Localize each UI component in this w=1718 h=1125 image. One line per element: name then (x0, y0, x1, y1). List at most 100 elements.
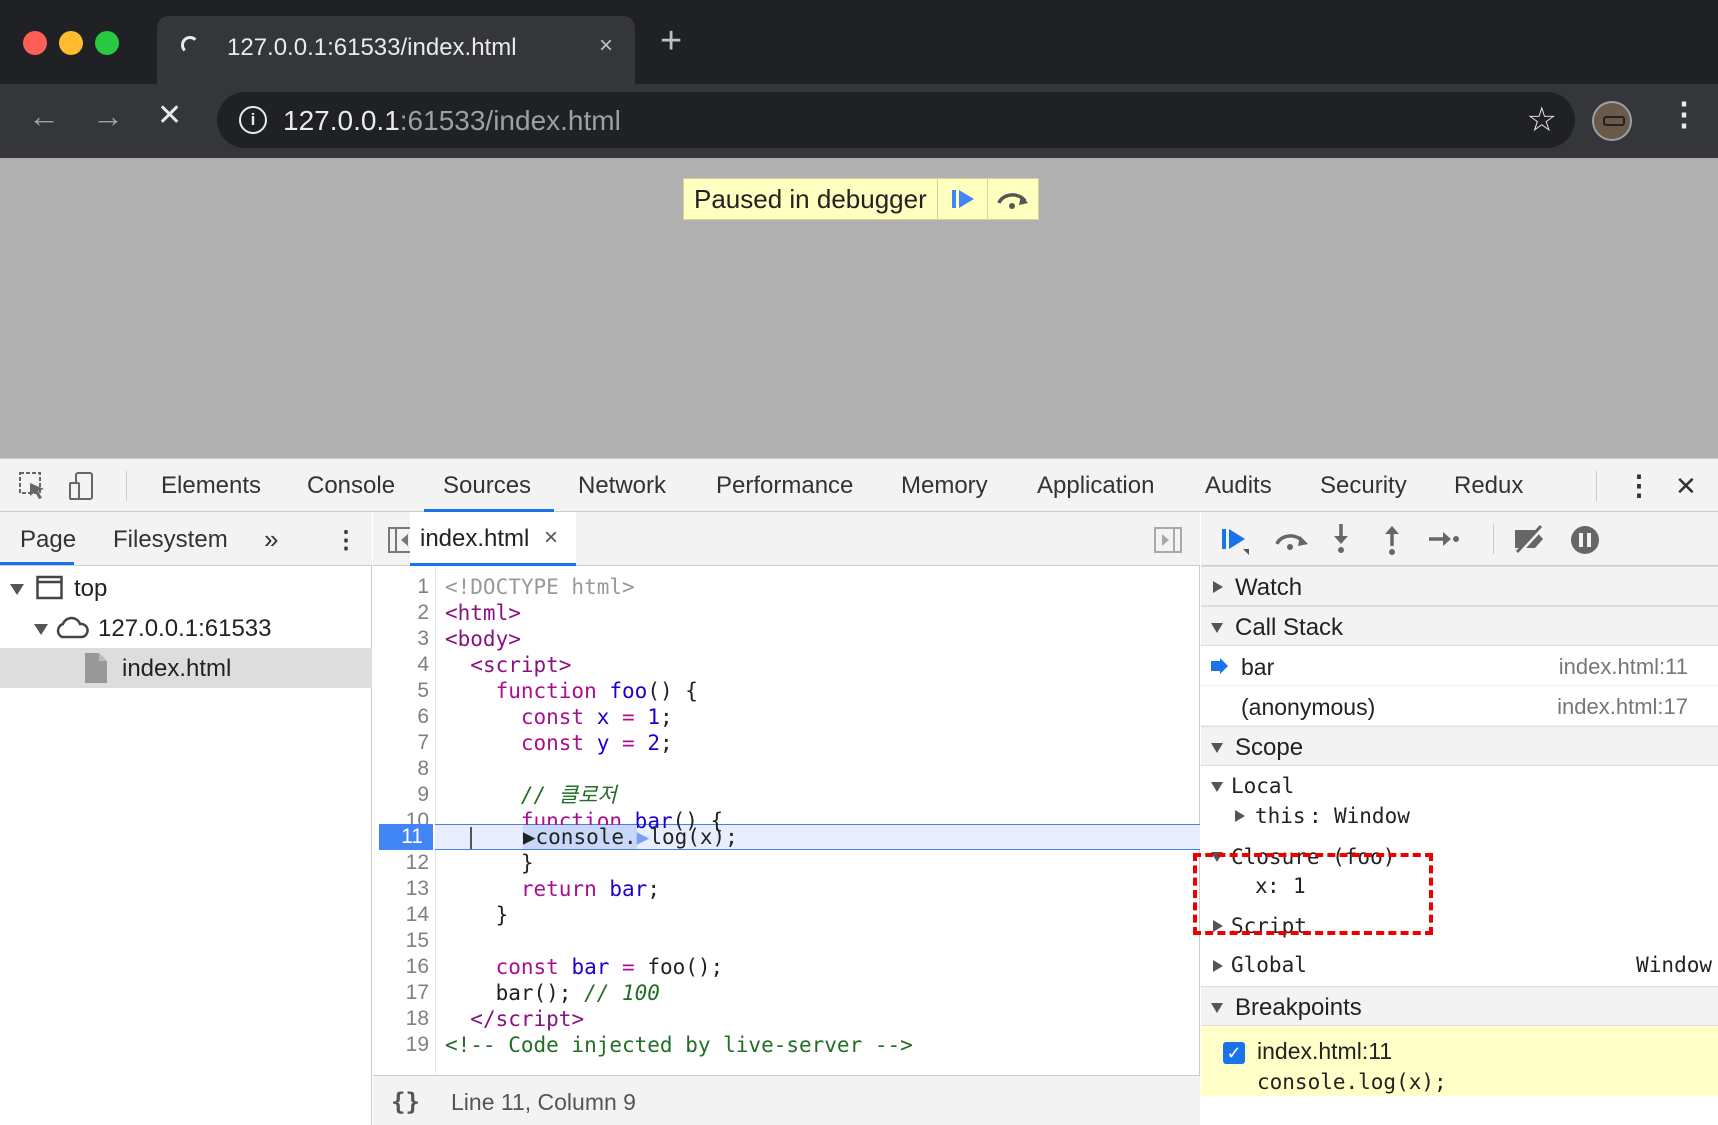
tab-security[interactable]: Security (1320, 472, 1407, 500)
tab-redux[interactable]: Redux (1454, 472, 1523, 500)
expand-triangle-icon[interactable] (10, 584, 24, 595)
site-info-icon[interactable]: i (239, 106, 267, 134)
tab-memory[interactable]: Memory (901, 472, 988, 500)
step-over-icon[interactable] (1273, 524, 1311, 556)
line-number[interactable]: 6 (373, 704, 429, 730)
line-number[interactable]: 7 (373, 730, 429, 756)
browser-tab[interactable]: 127.0.0.1:61533/index.html × (157, 16, 635, 84)
step-into-icon[interactable] (1329, 522, 1353, 556)
more-tabs-icon[interactable]: » (264, 524, 278, 555)
watch-section-header[interactable]: Watch (1201, 566, 1718, 606)
cloud-icon (56, 616, 89, 639)
tab-console[interactable]: Console (307, 472, 395, 500)
collapsed-triangle-icon (1235, 810, 1245, 822)
line-number[interactable]: 18 (373, 1006, 429, 1032)
inspect-element-icon[interactable] (18, 471, 48, 501)
scope-global-value: Window (1636, 953, 1712, 977)
scope-local-label: Local (1231, 774, 1295, 798)
line-number[interactable]: 17 (373, 980, 429, 1006)
frame-location[interactable]: index.html:11 (1559, 654, 1688, 680)
tab-performance[interactable]: Performance (716, 472, 853, 500)
tree-item-origin[interactable]: 127.0.0.1:61533 (0, 608, 372, 648)
breakpoint-checkbox[interactable]: ✓ (1223, 1042, 1245, 1064)
expanded-triangle-icon (1211, 743, 1223, 753)
line-number[interactable]: 14 (373, 902, 429, 928)
current-frame-arrow-icon (1211, 658, 1228, 674)
frame-icon (36, 575, 63, 600)
new-tab-button[interactable]: + (660, 22, 682, 60)
line-number[interactable]: 13 (373, 876, 429, 902)
line-number[interactable]: 2 (373, 600, 429, 626)
resume-script-icon[interactable] (1219, 524, 1253, 556)
toggle-debugger-sidebar-icon[interactable] (1154, 527, 1182, 553)
profile-avatar[interactable] (1592, 101, 1632, 141)
browser-menu-icon[interactable]: ⋮ (1668, 98, 1700, 130)
expanded-triangle-icon (1211, 1003, 1223, 1013)
line-number[interactable]: 4 (373, 652, 429, 678)
close-window-button[interactable] (23, 31, 47, 55)
scope-section-header[interactable]: Scope (1201, 726, 1718, 766)
deactivate-breakpoints-icon[interactable] (1511, 524, 1549, 554)
pretty-print-button[interactable]: {} (391, 1088, 420, 1116)
code-line: function foo() { (495, 679, 698, 703)
line-number[interactable]: 19 (373, 1032, 429, 1058)
tree-item-file[interactable]: index.html (0, 648, 372, 688)
loading-spinner-icon (181, 36, 199, 54)
step-icon[interactable] (1427, 526, 1461, 552)
minimize-window-button[interactable] (59, 31, 83, 55)
line-number[interactable]: 5 (373, 678, 429, 704)
forward-icon[interactable]: → (92, 98, 124, 135)
browser-titlebar: 127.0.0.1:61533/index.html × + (0, 0, 1718, 84)
editor-file-tab[interactable]: index.html × (410, 512, 576, 566)
collapsed-triangle-icon (1213, 960, 1223, 972)
breakpoint-entry[interactable]: ✓ index.html:11 console.log(x); (1201, 1026, 1718, 1096)
breakpoint-location: index.html:11 (1257, 1038, 1393, 1064)
call-stack-section-header[interactable]: Call Stack (1201, 606, 1718, 646)
tab-audits[interactable]: Audits (1205, 472, 1272, 500)
call-frame-anonymous[interactable]: (anonymous) index.html:17 (1201, 686, 1718, 726)
breakpoint-line-number[interactable]: 11 (379, 824, 433, 850)
file-tab-close-icon[interactable]: × (544, 524, 558, 552)
line-number[interactable]: 1 (373, 574, 429, 600)
tab-sources[interactable]: Sources (443, 472, 531, 500)
maximize-window-button[interactable] (95, 31, 119, 55)
line-number[interactable]: 3 (373, 626, 429, 652)
step-out-icon[interactable] (1380, 522, 1404, 556)
back-icon[interactable]: ← (28, 98, 60, 135)
line-number[interactable]: 9 (373, 782, 429, 808)
line-number[interactable]: 8 (373, 756, 429, 782)
tab-elements[interactable]: Elements (161, 472, 261, 500)
collapsed-triangle-icon (1213, 581, 1223, 593)
expand-triangle-icon[interactable] (34, 624, 48, 635)
tree-item-top[interactable]: top (0, 568, 372, 608)
resume-button[interactable] (938, 179, 988, 219)
line-number[interactable]: 12 (373, 850, 429, 876)
call-frame-bar[interactable]: bar index.html:11 (1201, 646, 1718, 686)
step-over-button[interactable] (988, 179, 1038, 219)
devtools-menu-icon[interactable]: ⋮ (1625, 469, 1653, 502)
frame-name: (anonymous) (1241, 694, 1376, 720)
code-area[interactable]: 1 2 3 4 5 6 7 8 9 10 11 12 13 14 15 16 1… (373, 566, 1200, 1075)
navigator-menu-icon[interactable]: ⋮ (334, 526, 358, 555)
bookmark-star-icon[interactable]: ☆ (1527, 100, 1557, 140)
frame-location[interactable]: index.html:17 (1557, 694, 1688, 720)
tab-network[interactable]: Network (578, 472, 666, 500)
tab-application[interactable]: Application (1037, 472, 1154, 500)
breakpoints-section-header[interactable]: Breakpoints (1201, 986, 1718, 1026)
code-line: } (445, 903, 509, 927)
navigator-tab-filesystem[interactable]: Filesystem (113, 526, 228, 554)
line-number[interactable]: 15 (373, 928, 429, 954)
page-viewport: Paused in debugger (0, 158, 1718, 458)
pause-on-exceptions-icon[interactable] (1569, 524, 1601, 556)
tab-close-button[interactable]: × (599, 32, 613, 60)
file-tab-label: index.html (420, 525, 530, 552)
closure-highlight-annotation (1193, 853, 1433, 935)
navigator-tab-page[interactable]: Page (20, 526, 76, 554)
address-bar[interactable]: i 127.0.0.1:61533/index.html ☆ (217, 92, 1575, 148)
device-toolbar-icon[interactable] (68, 471, 98, 501)
stop-loading-icon[interactable]: ✕ (157, 98, 182, 133)
devtools-close-icon[interactable]: ✕ (1675, 471, 1697, 502)
line-number[interactable]: 16 (373, 954, 429, 980)
url-text[interactable]: 127.0.0.1:61533/index.html (283, 105, 621, 137)
debugger-sidebar: Watch Call Stack bar index.html:11 (anon… (1201, 512, 1718, 1125)
